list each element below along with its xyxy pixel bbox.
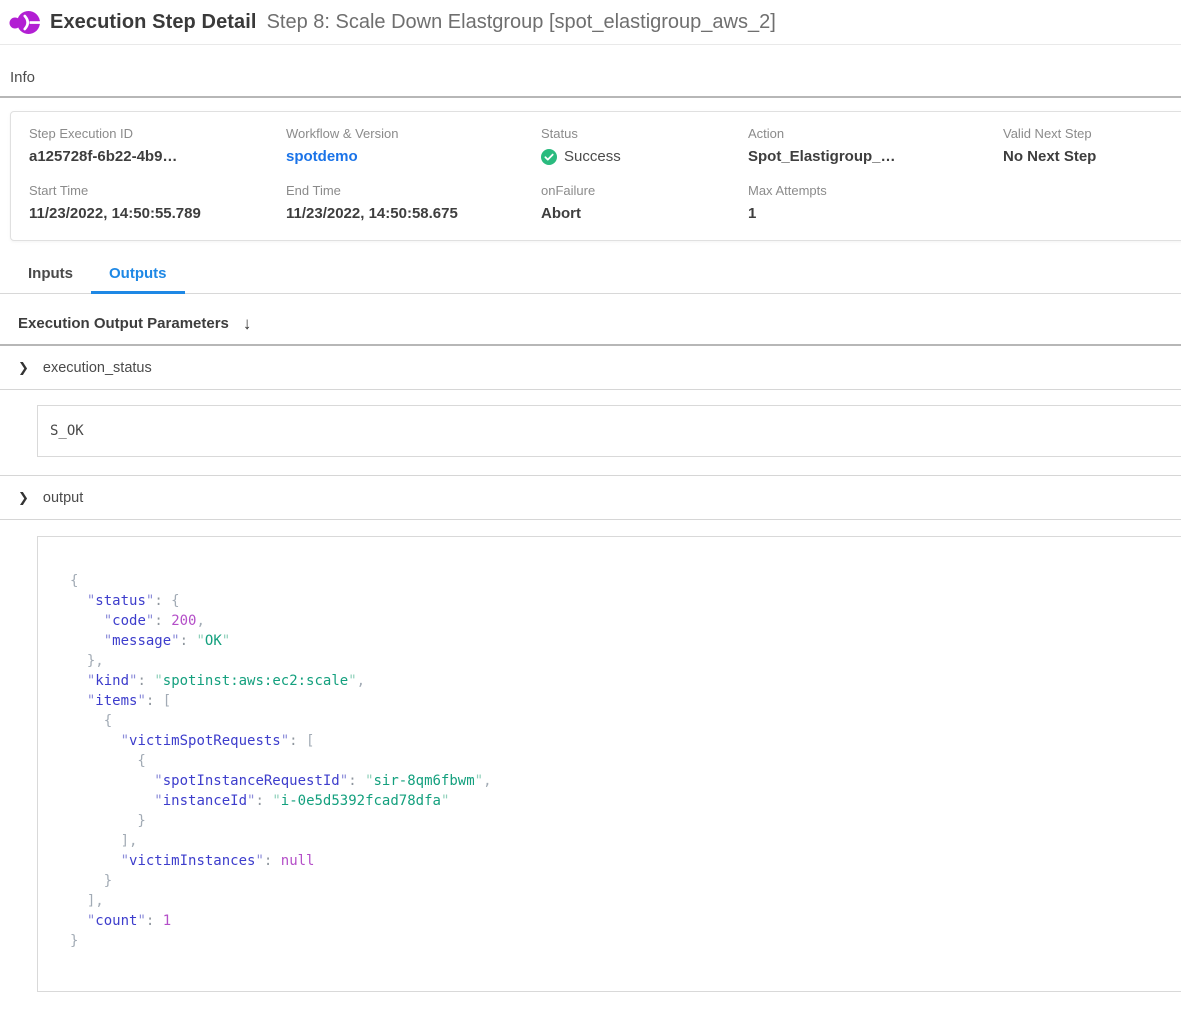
output-json-wrap: { "status": { "code": 200, "message": "O…	[0, 520, 1181, 992]
app-logo-icon	[8, 6, 40, 38]
field-status: Status Success	[541, 126, 748, 165]
field-workflow-version: Workflow & Version spotdemo	[286, 126, 541, 165]
field-value: 11/23/2022, 14:50:55.789	[29, 205, 286, 222]
info-section-heading: Info	[10, 69, 1181, 86]
page-subtitle: Step 8: Scale Down Elastgroup [spot_elas…	[267, 11, 776, 34]
execution-output-parameters-header: Execution Output Parameters ↓	[0, 294, 1181, 344]
param-name: execution_status	[43, 360, 152, 376]
field-value: 11/23/2022, 14:50:58.675	[286, 205, 541, 222]
param-name: output	[43, 490, 83, 506]
field-label: Workflow & Version	[286, 126, 541, 141]
status-badge: Success	[541, 148, 748, 165]
output-json-panel: { "status": { "code": 200, "message": "O…	[37, 536, 1181, 992]
field-value: No Next Step	[1003, 148, 1181, 165]
field-action: Action Spot_Elastigroup_…	[748, 126, 1003, 165]
info-divider	[0, 96, 1181, 98]
status-text: Success	[564, 148, 621, 165]
execution-output-parameters-title: Execution Output Parameters	[18, 315, 229, 332]
download-arrow-icon[interactable]: ↓	[243, 315, 252, 332]
field-label: Step Execution ID	[29, 126, 286, 141]
field-label: Start Time	[29, 183, 286, 198]
field-label: Max Attempts	[748, 183, 1003, 198]
field-value: Spot_Elastigroup_…	[748, 148, 1003, 165]
field-label: End Time	[286, 183, 541, 198]
field-label: Valid Next Step	[1003, 126, 1181, 141]
workflow-link[interactable]: spotdemo	[286, 148, 541, 165]
tab-inputs[interactable]: Inputs	[10, 255, 91, 294]
field-valid-next-step: Valid Next Step No Next Step	[1003, 126, 1181, 165]
chevron-right-icon[interactable]: ❯	[18, 360, 29, 376]
output-json-code: { "status": { "code": 200, "message": "O…	[70, 571, 1154, 951]
success-check-icon	[541, 149, 557, 165]
field-label: Action	[748, 126, 1003, 141]
field-step-execution-id: Step Execution ID a125728f-6b22-4b9…	[29, 126, 286, 165]
page-title: Execution Step Detail	[50, 11, 257, 34]
field-onfailure: onFailure Abort	[541, 183, 748, 222]
step-info-panel: Step Execution ID a125728f-6b22-4b9… Wor…	[10, 111, 1181, 241]
param-row-execution-status[interactable]: ❯ execution_status	[0, 346, 1181, 389]
field-label: onFailure	[541, 183, 748, 198]
field-start-time: Start Time 11/23/2022, 14:50:55.789	[29, 183, 286, 222]
execution-status-value-wrap: S_OK	[0, 390, 1181, 475]
field-max-attempts: Max Attempts 1	[748, 183, 1003, 222]
page-header: Execution Step Detail Step 8: Scale Down…	[0, 0, 1181, 45]
field-value: 1	[748, 205, 1003, 222]
inputs-outputs-tabbar: Inputs Outputs	[0, 255, 1181, 294]
tab-outputs[interactable]: Outputs	[91, 255, 185, 294]
field-value: a125728f-6b22-4b9…	[29, 148, 286, 165]
execution-status-value: S_OK	[37, 405, 1181, 457]
field-end-time: End Time 11/23/2022, 14:50:58.675	[286, 183, 541, 222]
field-label: Status	[541, 126, 748, 141]
chevron-right-icon[interactable]: ❯	[18, 490, 29, 506]
param-row-output[interactable]: ❯ output	[0, 476, 1181, 519]
field-value: Abort	[541, 205, 748, 222]
